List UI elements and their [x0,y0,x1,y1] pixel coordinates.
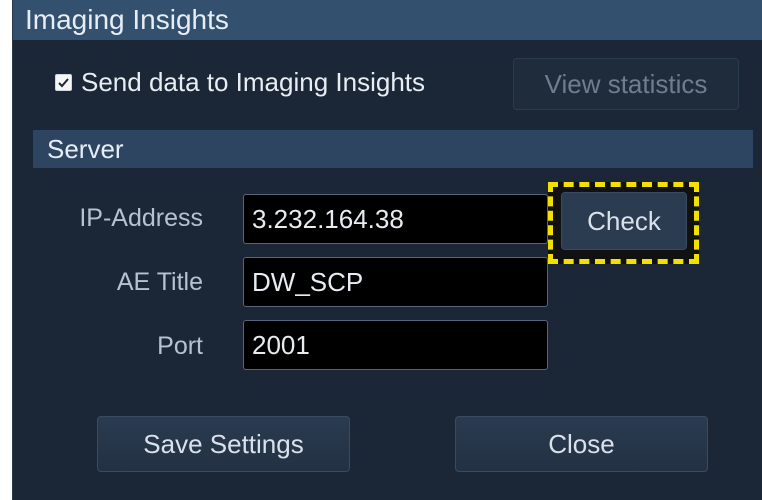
dialog-title: Imaging Insights [13,0,762,40]
ae-title-input[interactable] [243,257,548,307]
ae-title-label: AE Title [116,268,203,296]
send-data-label: Send data to Imaging Insights [81,66,426,97]
imaging-insights-dialog: Imaging Insights Send data to Imaging In… [12,0,762,500]
check-button[interactable]: Check [561,192,687,250]
port-label: Port [157,332,203,360]
ip-address-input[interactable] [243,194,548,244]
server-section-header: Server [33,130,753,168]
save-settings-button[interactable]: Save Settings [97,416,350,472]
checkmark-icon [58,77,69,87]
send-data-checkbox-row[interactable]: Send data to Imaging Insights [55,64,425,100]
port-input[interactable] [243,320,548,370]
close-button[interactable]: Close [455,416,708,472]
send-data-checkbox[interactable] [55,73,72,91]
ip-address-label: IP-Address [79,204,203,232]
view-statistics-button[interactable]: View statistics [513,58,739,110]
